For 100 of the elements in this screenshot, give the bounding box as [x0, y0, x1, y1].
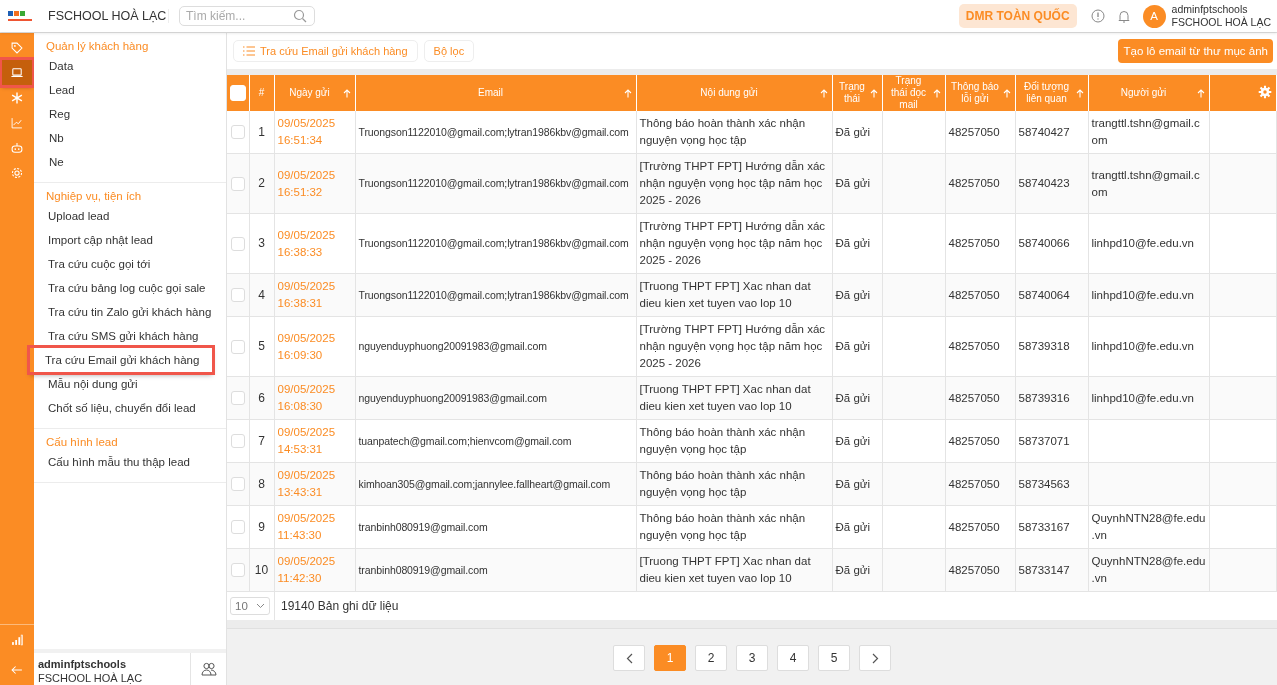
- footer-user-organization: FSCHOOL HOÀ LẠC: [38, 671, 144, 685]
- table-cell-text: Đã gửi: [835, 176, 872, 191]
- notification-bell-icon[interactable]: [1116, 9, 1131, 23]
- table-cell-text: 9: [257, 518, 266, 536]
- table-cell-text: nguyenduyphuong20091983@gmail.com: [358, 339, 548, 354]
- sidebar-item[interactable]: Tra cứu cuộc gọi tới: [34, 252, 226, 276]
- next-page-button[interactable]: [859, 645, 891, 671]
- rail-item[interactable]: [2, 60, 32, 85]
- previous-page-button[interactable]: [613, 645, 645, 671]
- table-cell-text: QuynhNTN28@fe.edu.vn: [1091, 554, 1206, 586]
- page-button[interactable]: 3: [736, 645, 768, 671]
- sidebar-item[interactable]: Nb: [34, 126, 226, 150]
- chevron-down-icon: [256, 603, 265, 609]
- chevron-left-icon: [625, 652, 633, 664]
- sort-arrow-icon[interactable]: [623, 88, 632, 98]
- table-cell-text: 3: [257, 235, 266, 252]
- sort-arrow-icon[interactable]: [1196, 88, 1205, 98]
- bar-chart-icon[interactable]: [10, 633, 24, 647]
- sidebar-item[interactable]: Chốt số liệu, chuyển đổi lead: [34, 396, 226, 420]
- table-cell-text: 58733167: [1018, 519, 1071, 535]
- row-checkbox[interactable]: [230, 339, 245, 354]
- sort-arrow-icon[interactable]: [1002, 88, 1011, 98]
- footer-user-name: adminfptschools: [38, 657, 127, 671]
- column-header: #: [257, 87, 266, 99]
- school-name: FSCHOOL HOÀ LẠC: [48, 9, 169, 23]
- table-cell-text: Thông báo hoàn thành xác nhận nguyện vọng học tập: [639, 511, 807, 543]
- row-checkbox[interactable]: [230, 176, 245, 191]
- table-cell-text: 48257050: [948, 124, 1001, 140]
- sidebar-item[interactable]: Tra cứu Email gửi khách hàng: [30, 348, 212, 372]
- asterisk-icon: [10, 90, 24, 105]
- page-button[interactable]: 2: [695, 645, 727, 671]
- record-count: 19140 Bản ghi dữ liệu: [274, 592, 399, 620]
- row-checkbox[interactable]: [230, 434, 245, 449]
- sort-arrow-icon[interactable]: [819, 88, 828, 98]
- table-cell-text: 48257050: [948, 433, 1001, 449]
- page-size-select[interactable]: 10: [230, 597, 270, 615]
- table-cell-text: 48257050: [948, 287, 1001, 303]
- page-button[interactable]: 5: [818, 645, 850, 671]
- table-cell-text: [Trường THPT FPT] Hướng dẫn xác nhận nguyện vọng học tập năm học 2025 - 2026: [639, 219, 827, 268]
- table-cell-text: linhpd10@fe.edu.vn: [1091, 390, 1195, 406]
- table-cell-text: 48257050: [948, 519, 1001, 535]
- sidebar-item[interactable]: Mẫu nội dung gửi: [34, 372, 226, 396]
- table-cell-text: 09/05/2025 13:43:31: [277, 468, 337, 500]
- row-checkbox[interactable]: [230, 477, 245, 492]
- sort-arrow-icon[interactable]: [932, 88, 941, 98]
- table-cell-text: 48257050: [948, 390, 1001, 406]
- sidebar-item[interactable]: Cấu hình mẫu thu thập lead: [34, 450, 226, 474]
- table-cell-text: 6: [257, 389, 266, 407]
- settings-icon: [10, 165, 24, 180]
- sort-arrow-icon[interactable]: [869, 88, 878, 98]
- info-icon[interactable]: [1090, 9, 1105, 23]
- table-cell-text: linhpd10@fe.edu.vn: [1091, 287, 1195, 303]
- table-cell-text: 1: [257, 123, 266, 141]
- table-cell-text: 09/05/2025 16:51:32: [277, 167, 337, 200]
- table-cell-text: 58740064: [1018, 287, 1071, 303]
- sidebar-item[interactable]: Import cập nhật lead: [34, 228, 226, 252]
- table-cell-text: 5: [257, 338, 266, 355]
- row-checkbox[interactable]: [230, 236, 245, 251]
- table-cell-text: [Trường THPT FPT] Hướng dẫn xác nhận nguyện vọng học tập năm học 2025 - 2026: [639, 322, 827, 371]
- table-cell-text: nguyenduyphuong20091983@gmail.com: [358, 390, 548, 406]
- row-checkbox[interactable]: [230, 125, 245, 140]
- table-cell-text: linhpd10@fe.edu.vn: [1091, 339, 1195, 354]
- sidebar-item[interactable]: Tra cứu tin Zalo gửi khách hàng: [34, 300, 226, 324]
- row-checkbox[interactable]: [230, 520, 245, 535]
- sort-arrow-icon[interactable]: [1075, 88, 1084, 98]
- sidebar-item[interactable]: Upload lead: [34, 204, 226, 228]
- table-cell-text: 58739316: [1018, 390, 1071, 406]
- table-cell-text: Truongson1122010@gmail.com;lytran1986kbv@gmail.com: [358, 124, 630, 140]
- users-icon[interactable]: [200, 662, 217, 676]
- sort-arrow-icon[interactable]: [342, 88, 351, 98]
- table-cell-text: 7: [257, 432, 266, 450]
- tag-icon: [10, 40, 24, 55]
- row-checkbox[interactable]: [230, 288, 245, 303]
- table-cell-text: Truongson1122010@gmail.com;lytran1986kbv@gmail.com: [358, 176, 630, 191]
- sidebar-item[interactable]: Data: [34, 54, 226, 78]
- row-checkbox[interactable]: [230, 563, 245, 578]
- sidebar-item[interactable]: Tra cứu SMS gửi khách hàng: [34, 324, 226, 348]
- table-cell-text: 58740423: [1018, 176, 1071, 191]
- table-cell-text: 09/05/2025 16:38:31: [277, 279, 337, 311]
- table-cell-text: Truongson1122010@gmail.com;lytran1986kbv@gmail.com: [358, 236, 630, 251]
- table-cell-text: [Truong THPT FPT] Xac nhan dat dieu kien xet tuyen vao lop 10: [639, 554, 812, 586]
- page-button[interactable]: 4: [777, 645, 809, 671]
- row-checkbox[interactable]: [230, 391, 245, 406]
- table-cell-text: Thông báo hoàn thành xác nhận nguyện vọng học tập: [639, 116, 807, 148]
- sidebar-item[interactable]: Reg: [34, 102, 226, 126]
- settings-icon[interactable]: [1258, 84, 1272, 99]
- table-cell-text: 48257050: [948, 176, 1001, 191]
- search-field[interactable]: Tìm kiếm...: [179, 6, 315, 26]
- sidebar-item[interactable]: Ne: [34, 150, 226, 174]
- sidebar-item[interactable]: Tra cứu bảng log cuộc gọi sale: [34, 276, 226, 300]
- back-arrow-icon[interactable]: [10, 663, 24, 677]
- school-logo-icon: [7, 8, 33, 24]
- table-cell-text: trangttl.tshn@gmail.com: [1091, 167, 1201, 200]
- table-cell-text: 48257050: [948, 236, 1001, 251]
- table-cell-text: Truongson1122010@gmail.com;lytran1986kbv@gmail.com: [358, 287, 630, 303]
- table-cell-text: tranbinh080919@gmail.com: [358, 519, 489, 535]
- sidebar-item[interactable]: Lead: [34, 78, 226, 102]
- table-cell-text: 48257050: [948, 476, 1001, 492]
- table-cell-text: kimhoan305@gmail.com;jannylee.fallheart@gmail.com: [358, 476, 612, 492]
- table-cell-text: 58740066: [1018, 236, 1071, 251]
